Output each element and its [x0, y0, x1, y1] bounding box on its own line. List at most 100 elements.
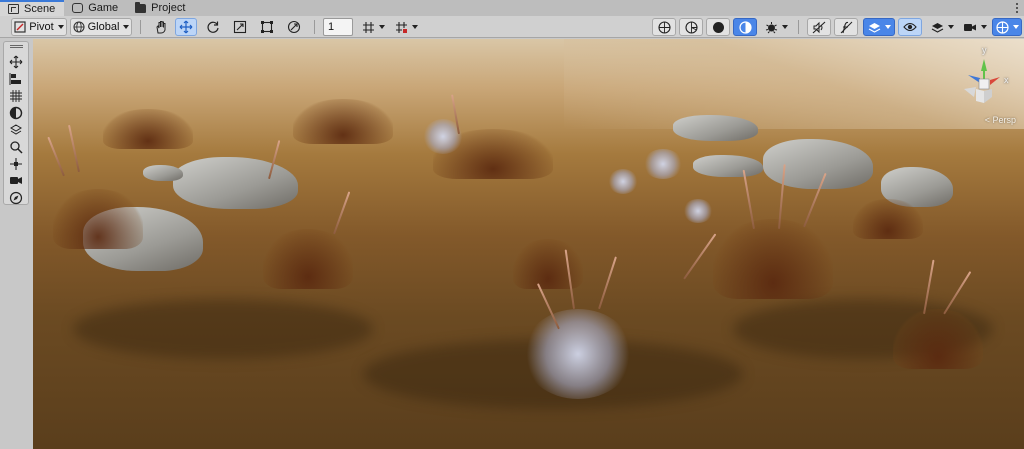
- game-icon: [72, 3, 84, 13]
- toolbar-divider: [798, 20, 799, 34]
- chevron-down-icon: [1012, 25, 1019, 29]
- grass-tuft: [293, 99, 393, 144]
- layers-icon: [10, 123, 22, 135]
- grass-stalk: [333, 191, 351, 235]
- chevron-down-icon: [781, 25, 788, 29]
- strip-compass-button[interactable]: [6, 189, 26, 206]
- sphere-icon: [9, 106, 23, 119]
- pivot-label: Pivot: [29, 21, 54, 33]
- tab-game[interactable]: Game: [64, 0, 127, 16]
- audio-toggle[interactable]: [807, 18, 831, 36]
- increment-snap-dropdown[interactable]: [391, 18, 421, 36]
- strip-layers-button[interactable]: [6, 121, 26, 138]
- tab-scene-label: Scene: [24, 3, 56, 15]
- pale-shrub: [523, 309, 633, 399]
- draw-mode-button[interactable]: [652, 18, 676, 36]
- globe-icon: [73, 21, 85, 33]
- grid-size-value: 1: [328, 21, 335, 33]
- stack-visibility-icon: [868, 22, 880, 33]
- effects-icon: [765, 21, 777, 33]
- shading-solid-icon: [712, 21, 724, 33]
- scale-tool-button[interactable]: [229, 18, 251, 36]
- align-icon: [9, 72, 21, 85]
- search-icon: [10, 140, 23, 154]
- effects-dropdown[interactable]: [760, 18, 792, 36]
- chevron-down-icon: [57, 25, 64, 29]
- projection-toggle[interactable]: < Persp: [985, 115, 1016, 125]
- scale-tool-icon: [233, 20, 247, 34]
- scene-toolbar: Pivot Global 1: [0, 16, 1024, 38]
- grass-tuft: [103, 109, 193, 149]
- strip-sphere-button[interactable]: [6, 104, 26, 121]
- rock: [173, 157, 298, 209]
- tab-project-label: Project: [151, 2, 186, 14]
- move-icon: [9, 55, 23, 68]
- wireframe-button[interactable]: [679, 18, 703, 36]
- pivot-dropdown[interactable]: Pivot: [11, 18, 67, 36]
- strip-transform-button[interactable]: [6, 155, 26, 172]
- shaded-button[interactable]: [706, 18, 730, 36]
- grass-tuft: [263, 229, 353, 289]
- rock: [673, 115, 758, 141]
- pale-shrub: [643, 149, 683, 179]
- chevron-down-icon: [981, 25, 987, 29]
- grass-stalk: [742, 169, 755, 230]
- fx-icon: [840, 21, 852, 33]
- rotate-tool-icon: [207, 21, 219, 33]
- layers-dropdown[interactable]: [926, 18, 958, 36]
- eye-icon: [903, 22, 917, 32]
- tab-project[interactable]: Project: [127, 0, 194, 16]
- camera-icon: [10, 176, 22, 184]
- tab-scene[interactable]: Scene: [0, 0, 65, 16]
- camera-icon: [964, 23, 976, 31]
- shading-wireframe-icon: [684, 20, 698, 34]
- chevron-down-icon: [378, 25, 385, 29]
- rock: [763, 139, 873, 189]
- ground-shadow: [73, 299, 373, 359]
- strip-move-button[interactable]: [6, 53, 26, 70]
- strip-align-button[interactable]: [6, 70, 26, 87]
- rotate-tool-button[interactable]: [202, 18, 224, 36]
- rect-tool-icon: [261, 21, 273, 33]
- lighting-toggle[interactable]: [733, 18, 757, 36]
- grass-stalk: [598, 256, 617, 310]
- move-tool-button[interactable]: [175, 18, 197, 36]
- grass-stalk: [47, 136, 65, 177]
- scene-icon: [8, 4, 19, 14]
- grid-snap-icon: [362, 21, 374, 33]
- transform-tool-button[interactable]: [283, 18, 305, 36]
- grass-tuft: [893, 309, 983, 369]
- tab-options-icon[interactable]: [1010, 0, 1024, 16]
- grass-tuft: [713, 219, 833, 299]
- strip-search-button[interactable]: [6, 138, 26, 155]
- camera-dropdown[interactable]: [960, 18, 990, 36]
- grid-size-input[interactable]: 1: [323, 18, 353, 36]
- drag-handle-icon[interactable]: [10, 45, 23, 48]
- global-dropdown[interactable]: Global: [70, 18, 132, 36]
- gizmos-dropdown[interactable]: [992, 18, 1022, 36]
- grass-stalk: [68, 124, 80, 173]
- grid-icon: [10, 89, 22, 102]
- grass-tuft: [53, 189, 143, 249]
- hidden-objects-toggle[interactable]: [898, 18, 922, 36]
- scene-viewport[interactable]: y x < Persp: [33, 39, 1024, 449]
- draw-mode-icon: [657, 20, 671, 34]
- hand-tool-icon: [156, 21, 166, 34]
- scene-visibility-dropdown[interactable]: [863, 18, 895, 36]
- rect-tool-button[interactable]: [256, 18, 278, 36]
- fx-toggle[interactable]: [834, 18, 858, 36]
- hand-tool-button[interactable]: [150, 18, 172, 36]
- gizmos-icon: [995, 20, 1009, 34]
- editor-tab-bar: Scene Game Project: [0, 0, 1024, 16]
- layers-icon: [931, 22, 943, 33]
- transform-tool-icon: [287, 20, 301, 34]
- folder-icon: [135, 1, 147, 13]
- gizmo-x-label: x: [1004, 75, 1009, 85]
- grid-snap-dropdown[interactable]: [358, 18, 388, 36]
- overlay-tool-strip: [3, 41, 29, 205]
- pale-shrub: [608, 169, 638, 194]
- global-label: Global: [87, 21, 120, 33]
- chevron-down-icon: [123, 25, 130, 29]
- strip-grid-button[interactable]: [6, 87, 26, 104]
- strip-camera-button[interactable]: [6, 172, 26, 189]
